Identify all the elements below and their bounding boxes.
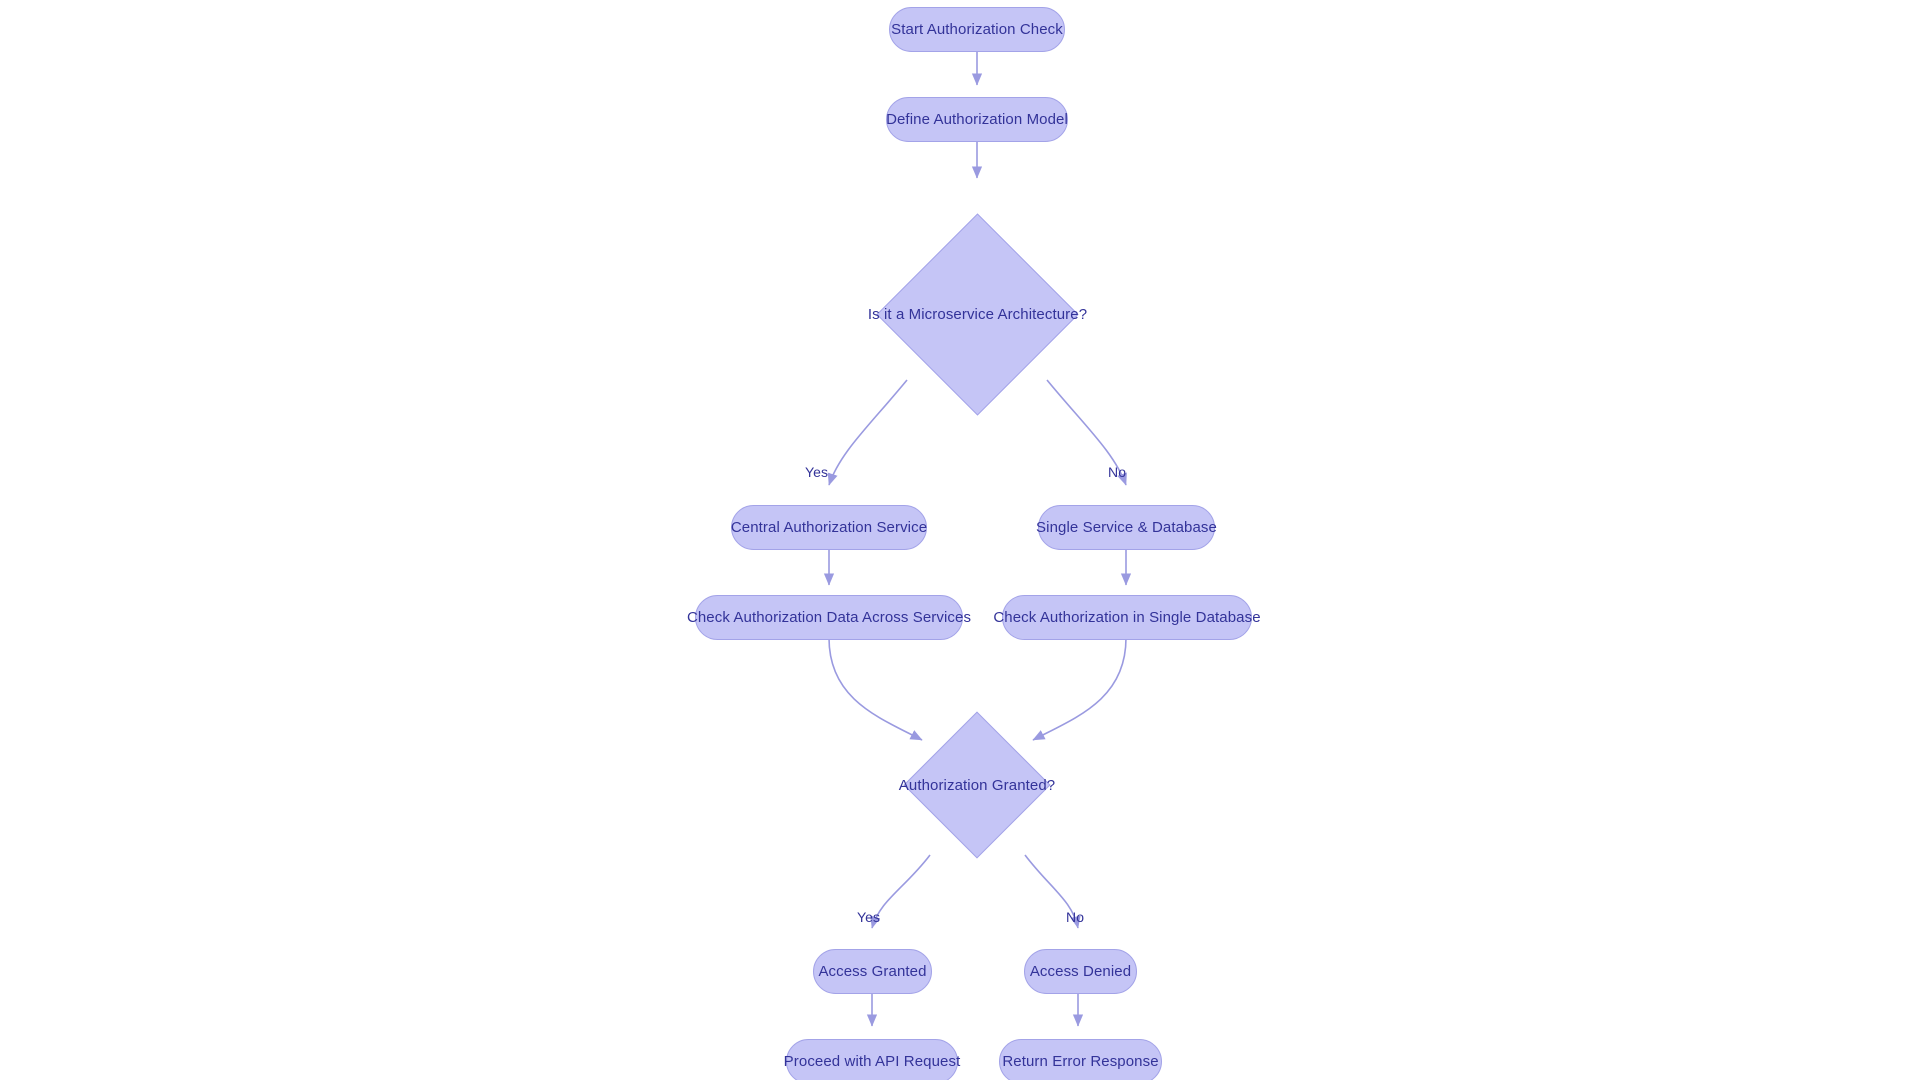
node-label: Single Service & Database <box>1036 518 1217 536</box>
node-label: Central Authorization Service <box>730 518 928 536</box>
edge-granted-to-access-granted <box>870 854 931 929</box>
edge-label-micro-no: No <box>1108 464 1127 480</box>
node-single-service-and-database[interactable]: Single Service & Database <box>1036 505 1217 550</box>
edge-micro-to-central <box>827 379 908 486</box>
edge-check-across-to-granted <box>828 637 923 741</box>
node-authorization-granted[interactable]: Authorization Granted? <box>899 711 1055 859</box>
node-check-authorization-data-across-services[interactable]: Check Authorization Data Across Services <box>687 595 971 640</box>
node-label: Check Authorization in Single Database <box>993 608 1261 626</box>
node-label: Proceed with API Request <box>783 1052 961 1070</box>
flowchart-canvas: Start Authorization Check Define Authori… <box>0 0 1920 1080</box>
node-central-authorization-service[interactable]: Central Authorization Service <box>731 505 927 550</box>
node-start-authorization-check[interactable]: Start Authorization Check <box>889 7 1065 52</box>
node-define-authorization-model[interactable]: Define Authorization Model <box>886 97 1068 142</box>
edge-layer <box>823 52 1132 1027</box>
node-label: Define Authorization Model <box>886 110 1068 128</box>
edge-label-micro-yes: Yes <box>805 464 829 480</box>
node-access-granted[interactable]: Access Granted <box>813 949 932 994</box>
node-label: Access Denied <box>1029 962 1132 980</box>
edge-label-granted-yes: Yes <box>857 909 881 925</box>
node-proceed-with-api-request[interactable]: Proceed with API Request <box>783 1039 961 1080</box>
node-access-denied[interactable]: Access Denied <box>1024 949 1137 994</box>
edge-label-granted-no: No <box>1066 909 1085 925</box>
node-return-error-response[interactable]: Return Error Response <box>999 1039 1162 1080</box>
node-label: Authorization Granted? <box>898 776 1056 794</box>
node-label: Is it a Microservice Architecture? <box>867 306 1088 323</box>
node-check-authorization-in-single-database[interactable]: Check Authorization in Single Database <box>993 595 1261 640</box>
node-is-microservice-architecture[interactable]: Is it a Microservice Architecture? <box>868 213 1087 416</box>
edge-check-single-to-granted <box>1032 637 1127 741</box>
node-label: Start Authorization Check <box>891 20 1063 38</box>
node-label: Check Authorization Data Across Services <box>686 608 972 626</box>
node-label: Access Granted <box>818 962 927 980</box>
node-label: Return Error Response <box>1002 1052 1159 1070</box>
